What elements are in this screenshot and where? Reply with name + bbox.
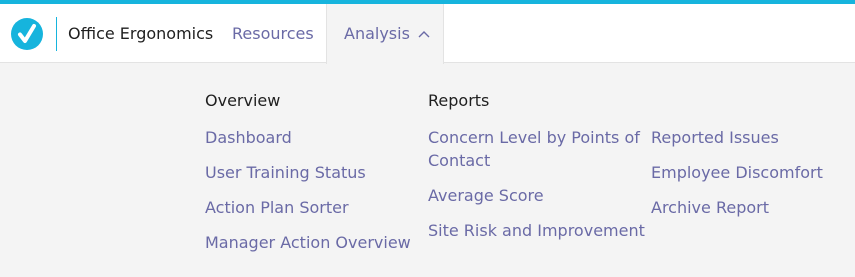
nav-analysis[interactable]: Analysis (326, 4, 444, 64)
nav-analysis-label: Analysis (344, 24, 410, 43)
menu-link-reported-issues[interactable]: Reported Issues (651, 126, 779, 149)
overview-heading: Overview (205, 91, 281, 110)
menu-link-concern-level[interactable]: Concern Level by Points of Contact (428, 126, 643, 172)
checkmark-logo-icon[interactable] (11, 18, 43, 50)
chevron-up-icon (418, 3, 430, 62)
menu-link-employee-discomfort[interactable]: Employee Discomfort (651, 161, 823, 184)
menu-link-site-risk-improvement[interactable]: Site Risk and Improvement (428, 219, 645, 242)
menu-link-average-score[interactable]: Average Score (428, 184, 544, 207)
menu-link-manager-action-overview[interactable]: Manager Action Overview (205, 231, 411, 254)
menu-link-dashboard[interactable]: Dashboard (205, 126, 292, 149)
menu-link-archive-report[interactable]: Archive Report (651, 196, 769, 219)
menu-link-user-training-status[interactable]: User Training Status (205, 161, 366, 184)
menu-link-action-plan-sorter[interactable]: Action Plan Sorter (205, 196, 349, 219)
app-title: Office Ergonomics (68, 24, 214, 43)
logo-divider (56, 17, 57, 51)
top-navigation-bar: Office Ergonomics Resources Analysis (0, 4, 855, 64)
reports-heading: Reports (428, 91, 490, 110)
nav-resources[interactable]: Resources (232, 4, 314, 63)
